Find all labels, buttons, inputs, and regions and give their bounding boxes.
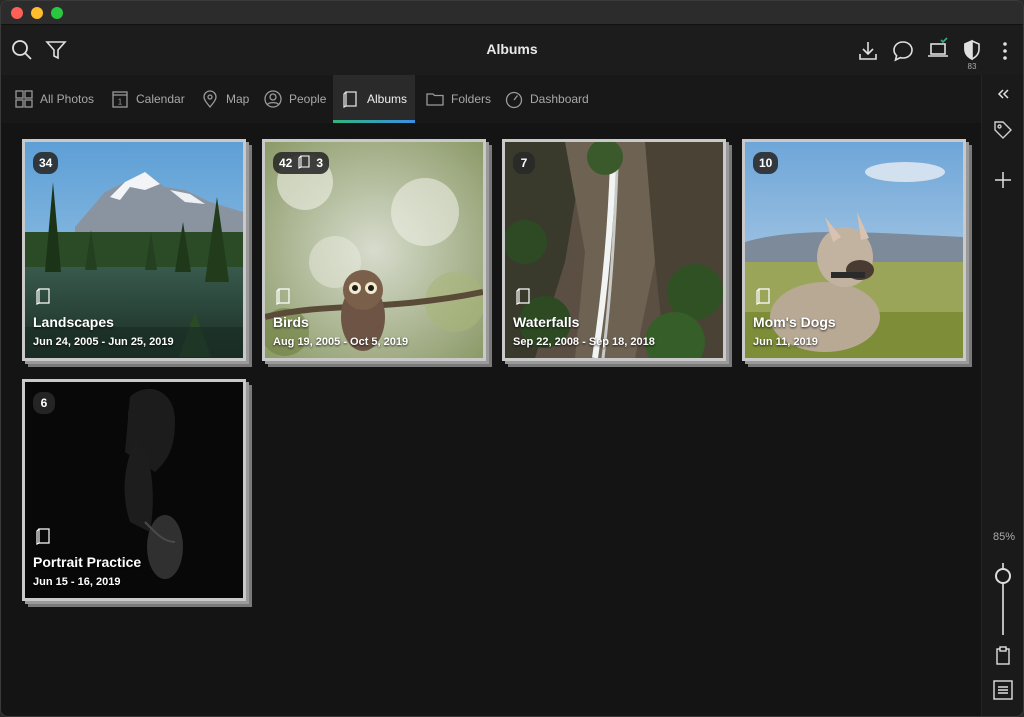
album-date-range: Sep 22, 2008 - Sep 18, 2018: [513, 336, 655, 348]
album-icon: [35, 287, 51, 305]
folder-icon: [425, 89, 445, 109]
maximize-window-button[interactable]: [51, 7, 63, 19]
zoom-level-label: 85%: [992, 531, 1016, 543]
album-cover-photo: 34 Landscapes Jun 24, 2005 - Jun 25, 201…: [25, 142, 243, 358]
album-date-range: Aug 19, 2005 - Oct 5, 2019: [273, 336, 409, 348]
tab-map[interactable]: Map: [192, 75, 257, 123]
tag-icon[interactable]: [992, 119, 1014, 141]
sub-album-icon: [298, 154, 310, 172]
album-card-moms-dogs[interactable]: 10 Mom's Dogs Jun 11, 2019: [742, 139, 972, 367]
shield-count: 83: [967, 62, 977, 71]
album-icon: [35, 527, 51, 545]
album-cover-photo: 10 Mom's Dogs Jun 11, 2019: [745, 142, 963, 358]
photo-count-badge: 10: [753, 152, 779, 174]
album-date-range: Jun 24, 2005 - Jun 25, 2019: [33, 336, 174, 348]
gauge-icon: [504, 89, 524, 109]
album-icon: [275, 287, 291, 305]
download-icon[interactable]: [856, 39, 880, 63]
tab-dashboard[interactable]: Dashboard: [496, 75, 597, 123]
calendar-icon: 1: [110, 89, 130, 109]
right-sidebar: 85%: [981, 75, 1023, 716]
tab-label: Map: [226, 92, 250, 106]
tab-albums[interactable]: Albums: [333, 75, 415, 123]
tab-calendar[interactable]: 1 Calendar: [102, 75, 193, 123]
shield-icon[interactable]: [960, 38, 984, 62]
tab-people[interactable]: People: [255, 75, 334, 123]
album-name: Portrait Practice: [33, 554, 142, 570]
photo-count-badge: 7: [513, 152, 535, 174]
album-grid: 34 Landscapes Jun 24, 2005 - Jun 25, 201…: [1, 123, 981, 716]
tab-folders[interactable]: Folders: [417, 75, 499, 123]
album-name: Birds: [273, 314, 309, 330]
album-date-range: Jun 15 - 16, 2019: [33, 576, 121, 588]
album-icon: [755, 287, 771, 305]
album-name: Waterfalls: [513, 314, 580, 330]
tab-label: Calendar: [136, 92, 185, 106]
photo-count-badge: 6: [33, 392, 55, 414]
person-icon: [263, 89, 283, 109]
more-vertical-icon[interactable]: [993, 39, 1017, 63]
list-icon[interactable]: [992, 679, 1014, 701]
tab-label: All Photos: [40, 92, 95, 106]
zoom-slider-handle[interactable]: [995, 567, 1011, 584]
view-tabs: All Photos 1 Calendar Map People Albums …: [1, 75, 981, 123]
album-name: Landscapes: [33, 314, 114, 330]
map-pin-icon: [200, 89, 220, 109]
album-cover-photo: 42 3 Birds Aug 19, 2005 - Oct 5, 2019: [265, 142, 483, 358]
collapse-icon[interactable]: [992, 83, 1014, 105]
album-card-waterfalls[interactable]: 7 Waterfalls Sep 22, 2008 - Sep 18, 2018: [502, 139, 732, 367]
app-window: Albums 83 All Photos 1 Calendar Map Peop…: [0, 0, 1024, 717]
clipboard-icon[interactable]: [992, 645, 1014, 667]
album-icon: [341, 89, 361, 109]
album-icon: [515, 287, 531, 305]
svg-text:1: 1: [118, 98, 123, 107]
filter-icon[interactable]: [44, 38, 68, 62]
laptop-icon[interactable]: [926, 37, 950, 61]
tab-all-photos[interactable]: All Photos: [6, 75, 102, 123]
photo-count-badge: 34: [33, 152, 59, 174]
tab-label: Albums: [367, 92, 408, 106]
album-card-portrait-practice[interactable]: 6 Portrait Practice Jun 15 - 16, 2019: [22, 379, 252, 607]
album-cover-photo: 6 Portrait Practice Jun 15 - 16, 2019: [25, 382, 243, 598]
chat-icon[interactable]: [891, 39, 915, 63]
album-date-range: Jun 11, 2019: [753, 336, 818, 348]
title-bar: [1, 1, 1023, 25]
album-name: Mom's Dogs: [753, 314, 836, 330]
grid-icon: [14, 89, 34, 109]
plus-icon[interactable]: [992, 169, 1014, 191]
toolbar: Albums: [1, 25, 1023, 75]
minimize-window-button[interactable]: [31, 7, 43, 19]
search-icon[interactable]: [10, 38, 34, 62]
tab-label: Folders: [451, 92, 492, 106]
album-card-landscapes[interactable]: 34 Landscapes Jun 24, 2005 - Jun 25, 201…: [22, 139, 252, 367]
close-window-button[interactable]: [11, 7, 23, 19]
album-cover-photo: 7 Waterfalls Sep 22, 2008 - Sep 18, 2018: [505, 142, 723, 358]
photo-count-badge: 42 3: [273, 152, 330, 174]
tab-label: Dashboard: [530, 92, 589, 106]
tab-label: People: [289, 92, 327, 106]
album-card-birds[interactable]: 42 3 Birds Aug 19, 2005 - Oct 5, 2019: [262, 139, 492, 367]
